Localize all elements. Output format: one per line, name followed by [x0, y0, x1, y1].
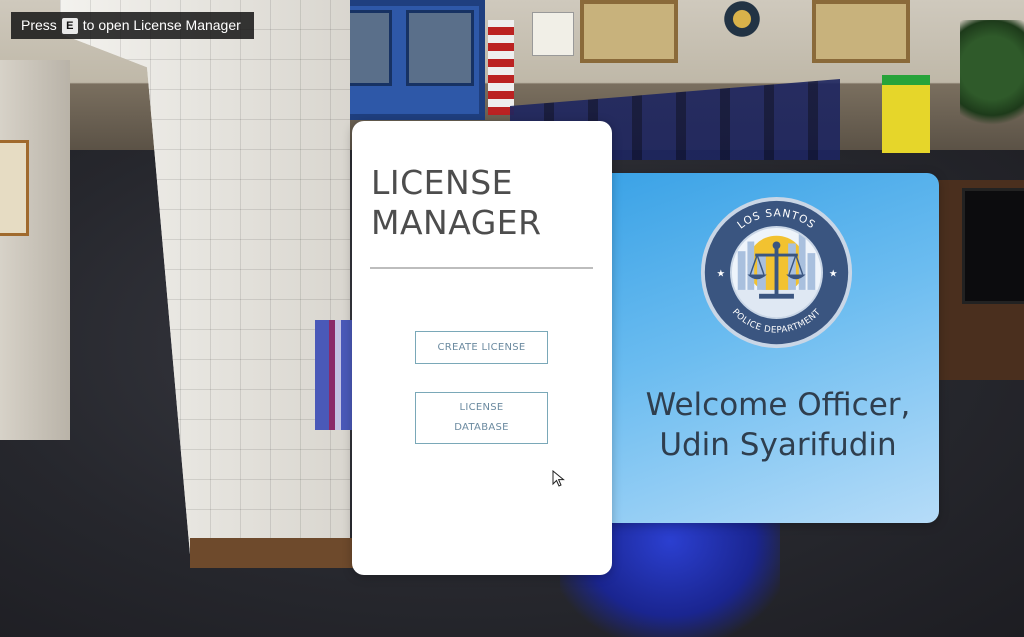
create-license-button[interactable]: CREATE LICENSE	[415, 331, 548, 364]
key-e-icon: E	[61, 17, 78, 34]
left-door-frame	[0, 140, 29, 236]
trash-bin	[882, 75, 930, 153]
binders	[315, 320, 355, 430]
lspd-emblem-icon: LOS SANTOS POLICE DEPARTMENT ★ ★	[700, 196, 853, 349]
license-database-button[interactable]: LICENSE DATABASE	[415, 392, 548, 444]
wall-notice	[532, 12, 574, 56]
plant	[960, 20, 1024, 140]
page-title: LICENSE MANAGER	[371, 163, 601, 243]
bulletin-board	[580, 0, 678, 63]
officer-name: Udin Syarifudin	[659, 427, 897, 463]
wall-seal	[720, 0, 764, 38]
license-database-label: LICENSE DATABASE	[454, 398, 509, 438]
flag	[488, 20, 514, 115]
welcome-panel: LOS SANTOS POLICE DEPARTMENT ★ ★ Welcome…	[598, 173, 939, 523]
interaction-prompt: Press E to open License Manager	[11, 12, 254, 39]
prompt-prefix: Press	[21, 17, 57, 33]
left-wall	[0, 60, 70, 440]
title-divider	[370, 267, 593, 269]
title-line: MANAGER	[371, 203, 542, 242]
star-icon: ★	[716, 268, 725, 279]
star-icon: ★	[829, 268, 838, 279]
prompt-suffix: to open License Manager	[82, 17, 241, 33]
computer-monitor	[962, 188, 1024, 304]
license-database-line: LICENSE	[459, 402, 504, 413]
title-line: LICENSE	[371, 163, 513, 202]
welcome-message: Welcome Officer, Udin Syarifudin	[598, 385, 958, 465]
door-window	[406, 10, 474, 86]
pillar-base	[190, 538, 360, 568]
bulletin-board	[812, 0, 910, 63]
license-manager-panel: LICENSE MANAGER CREATE LICENSE LICENSE D…	[352, 121, 612, 575]
create-license-label: CREATE LICENSE	[437, 342, 526, 353]
welcome-line: Welcome Officer,	[645, 387, 911, 423]
license-database-line: DATABASE	[454, 422, 509, 433]
mouse-cursor-icon	[552, 470, 565, 487]
